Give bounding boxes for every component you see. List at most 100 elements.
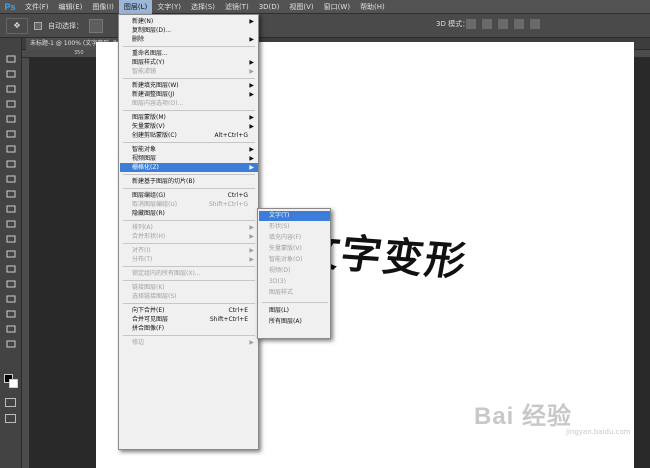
layer-menu-item: 锁定组内的所有图层(X)... (120, 269, 258, 278)
layer-menu-item[interactable]: 隐藏图层(R) (120, 209, 258, 218)
menu-4[interactable]: 文字(Y) (152, 0, 186, 14)
submenu-arrow-icon: ▶ (249, 114, 254, 121)
auto-select-checkbox[interactable] (34, 21, 42, 30)
menu-3[interactable]: 图层(L) (118, 0, 153, 14)
menu-7[interactable]: 3D(D) (254, 0, 285, 14)
marquee-tool-icon[interactable] (4, 69, 18, 79)
menu-item-label: 创建剪贴蒙版(C) (132, 132, 177, 139)
background-color-swatch[interactable] (9, 379, 18, 388)
rasterize-submenu-item[interactable]: 所有图层(A) (259, 317, 330, 327)
crop-tool-icon[interactable] (4, 114, 18, 124)
rasterize-submenu-item: 矢量蒙版(V) (269, 245, 302, 252)
menu-item-label: 对齐(I) (132, 247, 151, 254)
layer-menu-item[interactable]: 拼合图像(F) (120, 324, 258, 333)
screen-mode-icon[interactable] (5, 414, 16, 423)
menu-10[interactable]: 帮助(H) (355, 0, 390, 14)
3d-rotate-icon[interactable] (466, 19, 476, 29)
pen-tool-icon[interactable] (4, 264, 18, 274)
layer-menu-item[interactable]: 新建(N) ▶ (120, 17, 258, 26)
blur-tool-icon[interactable] (4, 234, 18, 244)
menu-item-label: 栅格化(Z) (132, 164, 159, 171)
menu-5[interactable]: 选择(S) (186, 0, 220, 14)
menu-separator (123, 303, 255, 304)
rasterize-submenu-item[interactable]: 图层(L) (259, 306, 330, 316)
layer-menu-item[interactable]: 图层编组(G) Ctrl+G (120, 191, 258, 200)
layer-menu-item[interactable]: 矢量蒙版(V) ▶ (120, 122, 258, 131)
layer-menu-item[interactable]: 删除 ▶ (120, 35, 258, 44)
layer-menu-item: 对齐(I) ▶ (120, 246, 258, 255)
menu-0[interactable]: 文件(F) (20, 0, 54, 14)
3d-scale-icon[interactable] (530, 19, 540, 29)
menu-item-label: 合并可见图层 (132, 316, 169, 323)
layer-menu-item[interactable]: 智能对象 ▶ (120, 145, 258, 154)
menu-item-label: 排列(A) (132, 224, 153, 231)
menu-item-shortcut: Ctrl+E (228, 307, 249, 314)
submenu-arrow-icon: ▶ (249, 82, 254, 89)
layer-menu-item[interactable]: 视频图层 ▶ (120, 154, 258, 163)
layer-menu-item[interactable]: 图层样式(Y) ▶ (120, 58, 258, 67)
dodge-tool-icon[interactable] (4, 249, 18, 259)
layer-menu-item[interactable]: 向下合并(E) Ctrl+E (120, 306, 258, 315)
3d-mode-label: 3D 模式： (436, 20, 470, 28)
menu-item-label: 分布(T) (132, 256, 153, 263)
menu-separator (123, 266, 255, 267)
3d-pan-icon[interactable] (498, 19, 508, 29)
shape-tool-icon[interactable] (4, 309, 18, 319)
submenu-arrow-icon: ▶ (249, 164, 254, 171)
auto-select-dropdown[interactable] (89, 18, 103, 33)
layer-menu-item[interactable]: 复制图层(D)... (120, 26, 258, 35)
menu-8[interactable]: 视图(V) (284, 0, 318, 14)
menu-1[interactable]: 编辑(E) (54, 0, 88, 14)
move-tool-preset-picker[interactable]: ✥ (6, 17, 28, 34)
layer-menu-item: 图层内容选项(O)... (120, 99, 258, 108)
submenu-arrow-icon: ▶ (249, 146, 254, 153)
gradient-tool-icon[interactable] (4, 219, 18, 229)
lasso-tool-icon[interactable] (4, 84, 18, 94)
menu-separator (123, 46, 255, 47)
clone-stamp-icon[interactable] (4, 174, 18, 184)
menu-item-label: 图层内容选项(O)... (132, 100, 184, 107)
rasterize-submenu-item[interactable]: 文字(T) (259, 211, 330, 221)
layer-menu-item[interactable]: 合并可见图层 Shift+Ctrl+E (120, 315, 258, 324)
type-tool-icon[interactable] (4, 279, 18, 289)
eyedropper-tool-icon[interactable] (4, 129, 18, 139)
history-brush-icon[interactable] (4, 189, 18, 199)
menu-item-shortcut: Alt+Ctrl+G (214, 132, 248, 139)
menu-item-label: 图层编组(G) (132, 192, 166, 199)
healing-brush-icon[interactable] (4, 144, 18, 154)
hand-tool-icon[interactable] (4, 324, 18, 334)
menu-item-label: 矢量蒙版(V) (132, 123, 165, 130)
layer-menu-item[interactable]: 新建调整图层(J) ▶ (120, 90, 258, 99)
menu-item-label: 锁定组内的所有图层(X)... (132, 270, 201, 277)
layer-menu-item[interactable]: 创建剪贴蒙版(C) Alt+Ctrl+G (120, 131, 258, 140)
zoom-tool-icon[interactable] (4, 339, 18, 349)
menu-item-shortcut: Ctrl+G (227, 192, 248, 199)
menu-separator (123, 78, 255, 79)
3d-slide-icon[interactable] (514, 19, 524, 29)
menu-9[interactable]: 窗口(W) (319, 0, 355, 14)
path-select-icon[interactable] (4, 294, 18, 304)
layer-menu-item[interactable]: 新建基于图层的切片(B) (120, 177, 258, 186)
layer-menu-item[interactable]: 栅格化(Z) ▶ (120, 163, 258, 172)
layer-menu-item[interactable]: 新建填充图层(W) ▶ (120, 81, 258, 90)
move-tool-icon[interactable] (4, 54, 18, 64)
menu-item-label: 取消图层编组(U) (132, 201, 178, 208)
eraser-tool-icon[interactable] (4, 204, 18, 214)
auto-select-label: 自动选择： (48, 21, 83, 30)
menu-6[interactable]: 滤镜(T) (220, 0, 254, 14)
3d-roll-icon[interactable] (482, 19, 492, 29)
submenu-arrow-icon: ▶ (249, 233, 254, 240)
rasterize-submenu-item: 图层样式 (269, 289, 294, 296)
menu-2[interactable]: 图像(I) (87, 0, 119, 14)
layer-menu-item[interactable]: 图层蒙版(M) ▶ (120, 113, 258, 122)
menu-separator (123, 220, 255, 221)
layer-menu-item[interactable]: 重命名图层... (120, 49, 258, 58)
submenu-arrow-icon: ▶ (249, 256, 254, 263)
quick-mask-icon[interactable] (5, 398, 16, 407)
submenu-arrow-icon: ▶ (249, 59, 254, 66)
quick-select-tool-icon[interactable] (4, 99, 18, 109)
photoshop-logo: Ps (4, 1, 16, 12)
vertical-ruler[interactable] (22, 58, 30, 468)
layer-menu-item: 分布(T) ▶ (120, 255, 258, 264)
brush-tool-icon[interactable] (4, 159, 18, 169)
